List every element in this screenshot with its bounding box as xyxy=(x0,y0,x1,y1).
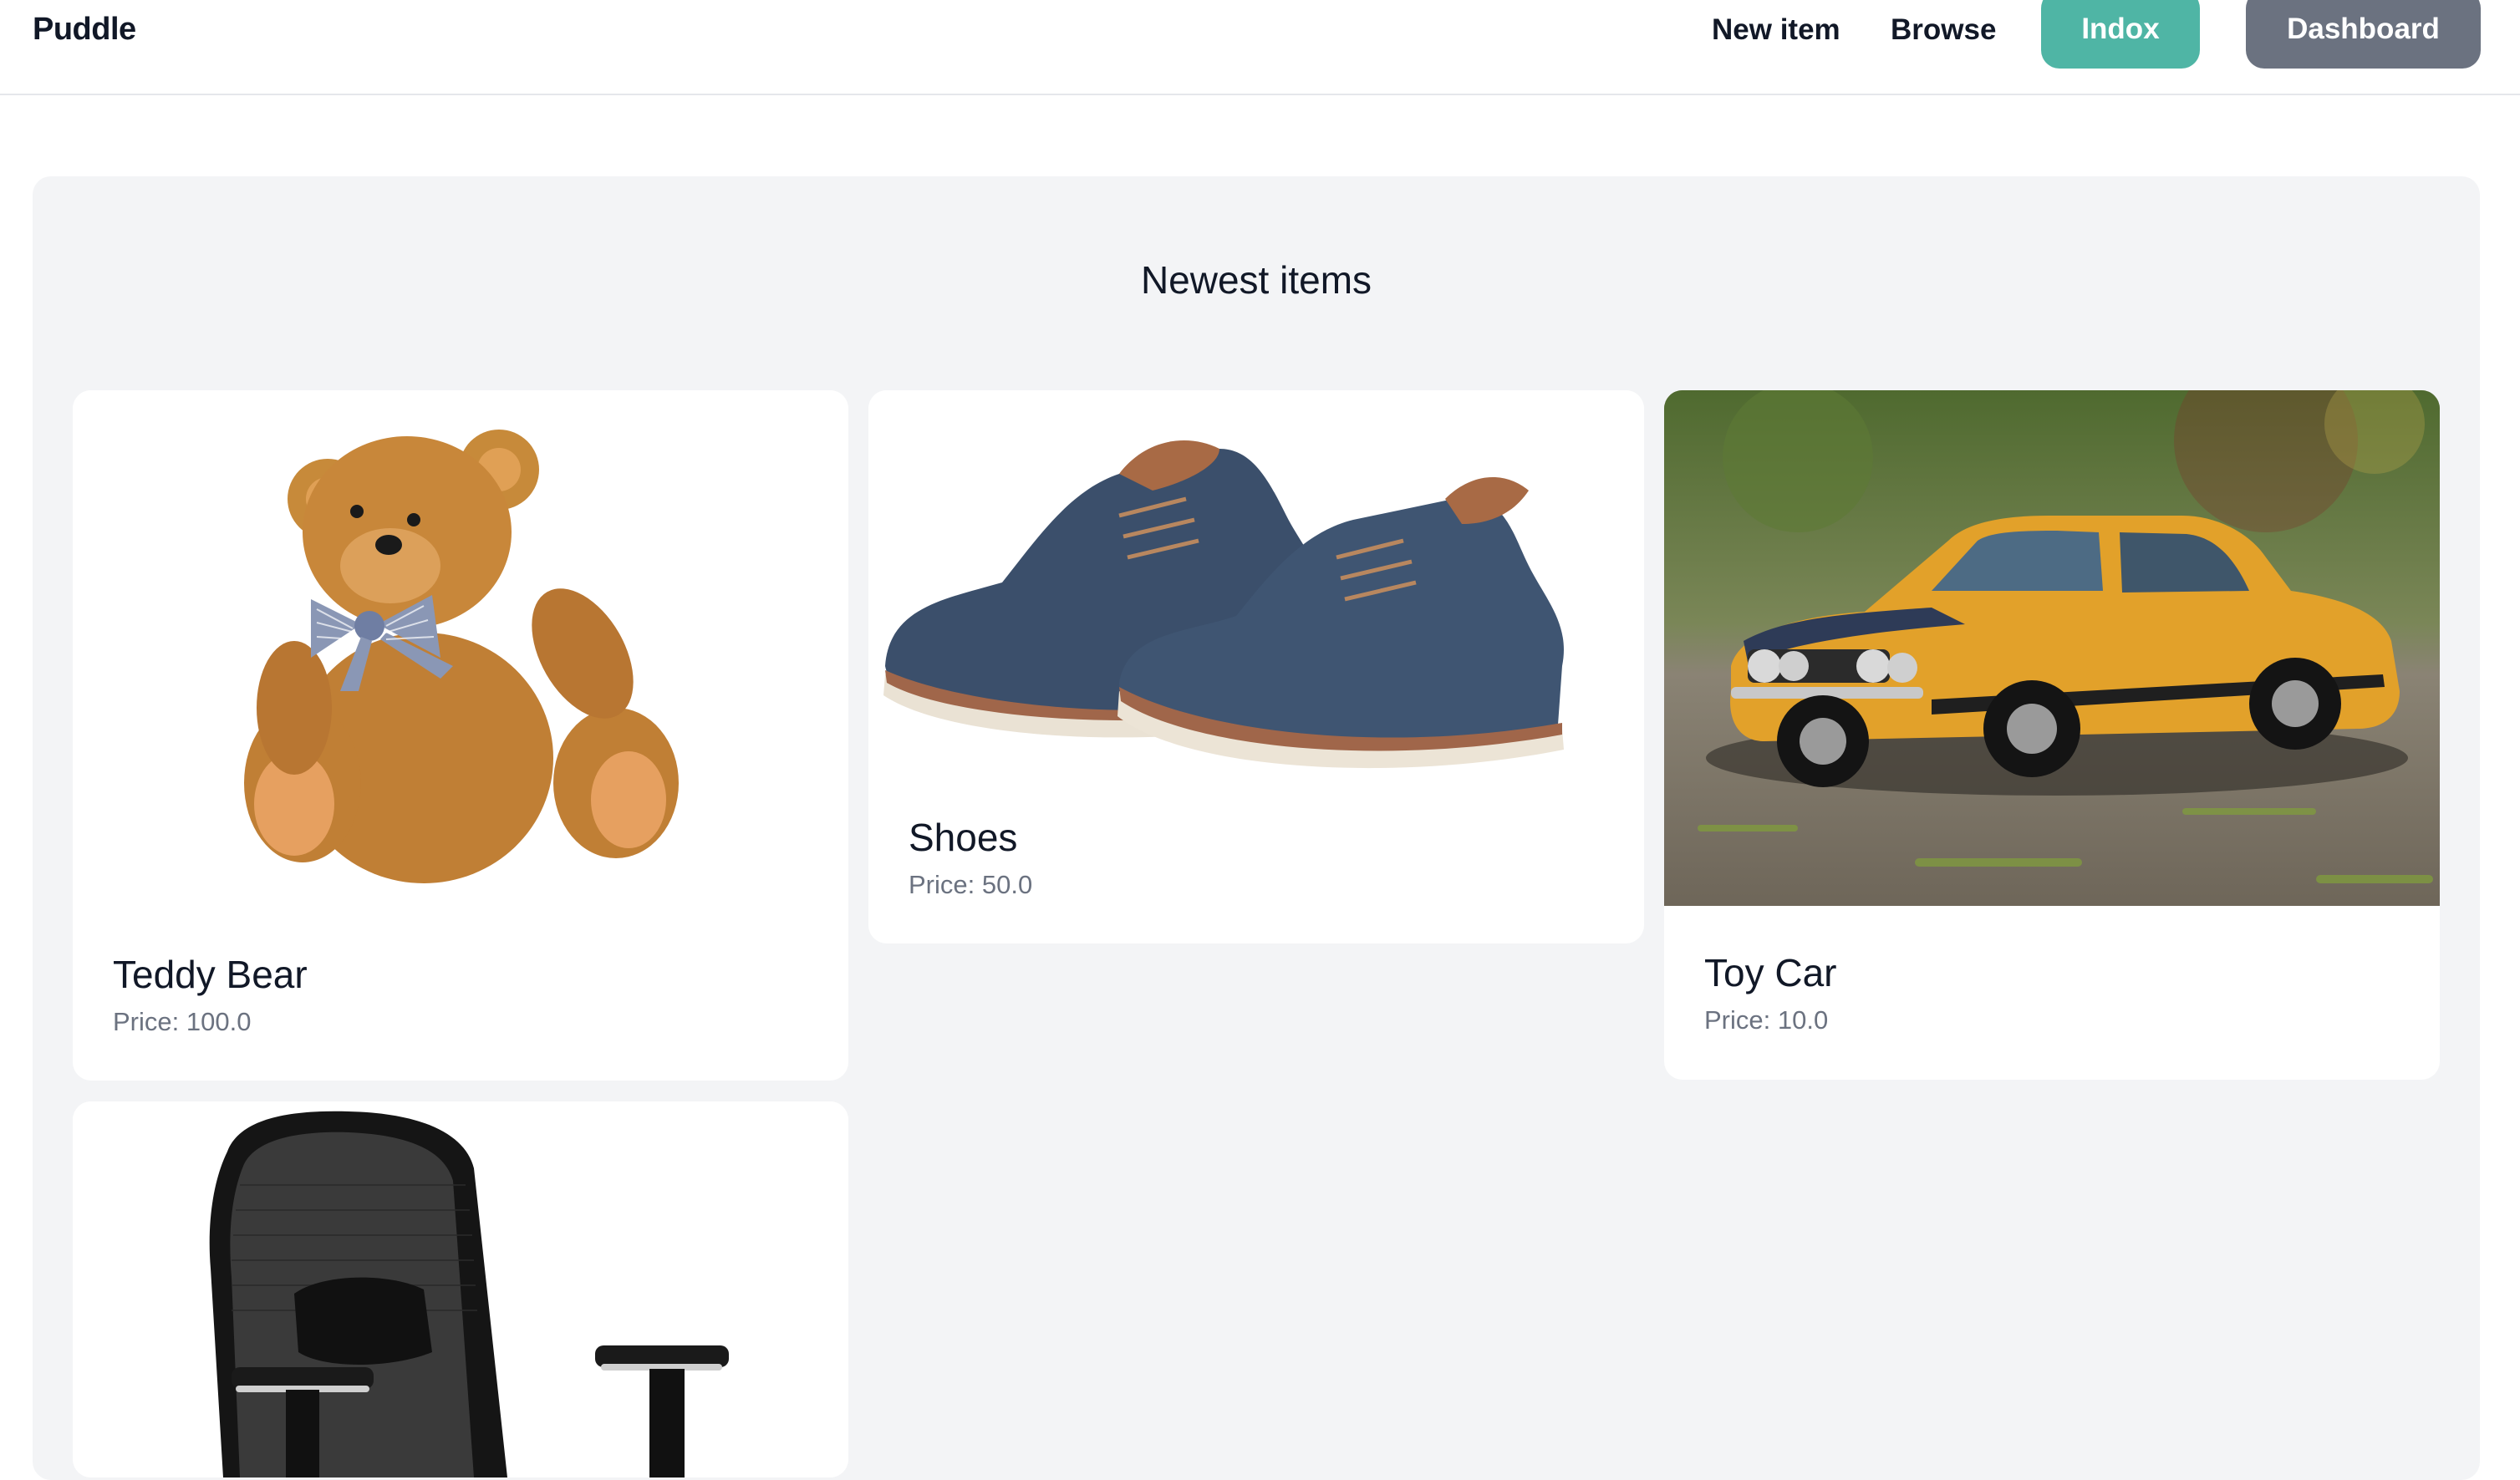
item-card-shoes[interactable]: Shoes Price: 50.0 xyxy=(868,390,1644,943)
item-title: Toy Car xyxy=(1704,951,1837,994)
dashboard-button[interactable]: Dashboard xyxy=(2246,0,2481,69)
item-card-toy-car[interactable]: Toy Car Price: 10.0 xyxy=(1664,390,2440,1080)
item-price: Price: 10.0 xyxy=(1704,1005,1829,1035)
section-title: Newest items xyxy=(1140,258,1372,302)
item-card-office-chair[interactable] xyxy=(73,1101,848,1477)
new-item-link[interactable]: New item xyxy=(1712,13,1840,47)
teddy-bear-image xyxy=(73,390,848,908)
item-price: Price: 100.0 xyxy=(113,1007,252,1036)
toy-car-image xyxy=(1664,390,2440,906)
item-card-teddy-bear[interactable]: Teddy Bear Price: 100.0 xyxy=(73,390,848,1081)
office-chair-image xyxy=(73,1101,848,1477)
item-title: Shoes xyxy=(909,816,1018,859)
brand-logo-link[interactable]: Puddle xyxy=(33,12,136,48)
item-title: Teddy Bear xyxy=(113,953,308,996)
item-price: Price: 50.0 xyxy=(909,870,1033,899)
top-navbar: Puddle New item Browse Indox Dashboard xyxy=(0,0,2520,95)
browse-link[interactable]: Browse xyxy=(1891,13,1996,47)
inbox-button[interactable]: Indox xyxy=(2041,0,2200,69)
shoes-image xyxy=(868,390,1644,771)
